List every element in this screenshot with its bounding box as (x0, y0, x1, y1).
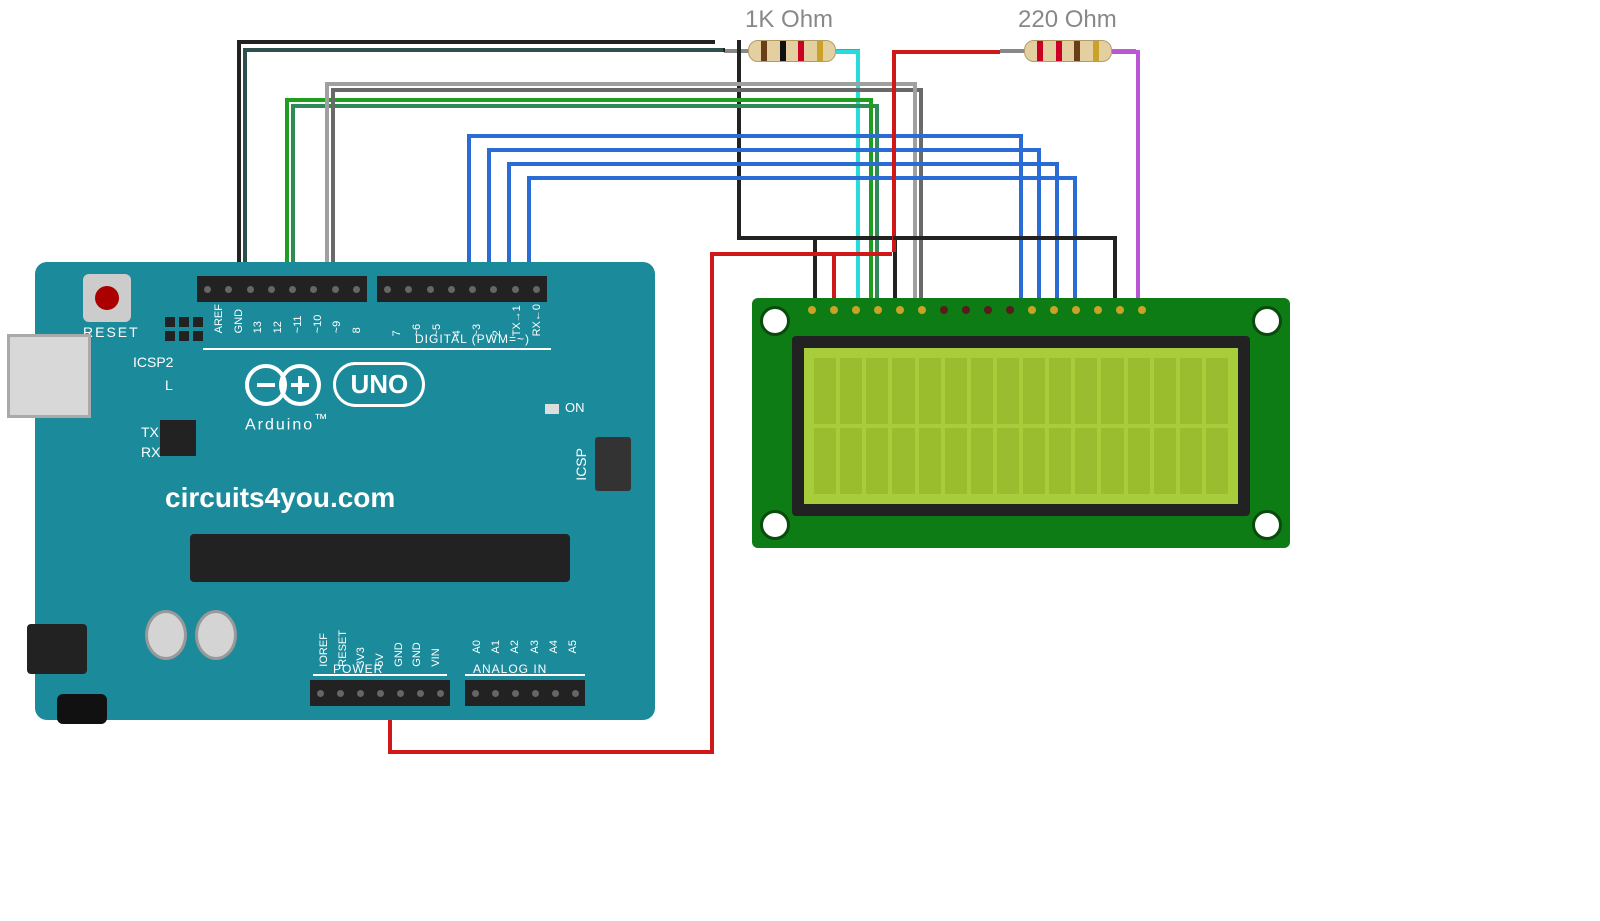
r2-label: 220 Ohm (1018, 6, 1117, 34)
mounting-hole-icon (1252, 306, 1282, 336)
analog-header (465, 680, 585, 706)
atmega16u2-icon (160, 420, 196, 456)
rx-label: RX (141, 444, 160, 460)
r1-label: 1K Ohm (745, 6, 833, 34)
digital-header-b (377, 276, 547, 302)
icsp-header-icon (595, 437, 631, 491)
wiring-diagram: 1K Ohm 220 Ohm (0, 0, 1600, 921)
power-jack-icon (57, 694, 107, 724)
lcd-bezel (792, 336, 1250, 516)
usb-port-icon (7, 334, 91, 418)
mounting-hole-icon (1252, 510, 1282, 540)
infinity-plus-icon (279, 364, 321, 406)
power-pin-labels: IOREFRESET3V35VGNDGNDVIN (315, 630, 445, 667)
lcd-pin-header (808, 298, 1146, 314)
mounting-hole-icon (760, 306, 790, 336)
reset-label: RESET (83, 324, 140, 340)
mounting-hole-icon (760, 510, 790, 540)
atmega328-icon (190, 534, 570, 582)
digital-section-label: DIGITAL (PWM=~) (415, 332, 530, 346)
on-led: ON (545, 400, 585, 415)
arduino-uno-board: RESET ICSP2 L TX ▭ RX ▭ ICSP ON AREFGND1… (35, 262, 655, 720)
lcd-display-area (804, 348, 1238, 504)
resistor-220 (1024, 40, 1112, 62)
model-badge: UNO (333, 362, 425, 407)
icsp2-label: ICSP2 (133, 354, 173, 370)
regulator-icon (27, 624, 87, 674)
capacitors-icon (145, 610, 237, 660)
digital-header-a (197, 276, 367, 302)
analog-pin-labels: A0A1A2A3A4A5 (467, 640, 583, 653)
icsp-label: ICSP (573, 448, 589, 481)
lcd-16x2-module (752, 298, 1290, 548)
watermark-text: circuits4you.com (165, 482, 395, 514)
power-header (310, 680, 450, 706)
resistor-1k (748, 40, 836, 62)
l-label: L (165, 377, 173, 393)
reset-button-icon (83, 274, 131, 322)
digital-pins-a-labels: AREFGND1312~11~10~98 (209, 304, 367, 333)
brand-text: Arduino (245, 416, 314, 433)
arduino-logo: UNO Arduino™ (245, 362, 425, 434)
tx-label: TX (141, 424, 159, 440)
